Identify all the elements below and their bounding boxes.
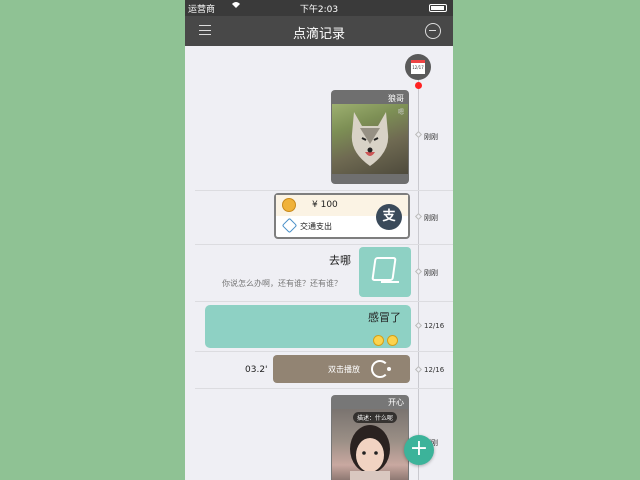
- expense-badge: 支: [376, 204, 402, 230]
- entry-time: 刚刚: [424, 269, 438, 277]
- plus-icon: +: [409, 436, 429, 461]
- mood-text: 感冒了: [368, 311, 401, 324]
- divider: [195, 388, 453, 389]
- entry-time: 12/16: [424, 322, 445, 330]
- minus-circle-icon[interactable]: [425, 23, 441, 39]
- wolf-photo: [332, 104, 408, 174]
- entry-subtitle: 嗯: [397, 109, 404, 116]
- expense-category: 交通支出: [300, 222, 332, 231]
- voice-play-label: 双击播放: [328, 365, 360, 374]
- timeline-tick: [414, 130, 423, 139]
- sick-face-icon: [373, 335, 384, 346]
- entry-author: 开心: [388, 398, 404, 407]
- expense-entry-card[interactable]: ¥ 100 交通支出 支: [274, 193, 410, 239]
- tag-icon: [281, 217, 298, 234]
- status-bar: 运营商 下午2:03: [185, 0, 453, 16]
- entry-time: 刚刚: [424, 214, 438, 222]
- today-dot: [415, 82, 422, 89]
- photo-entry-card[interactable]: 狼哥 嗯: [331, 90, 409, 184]
- phone-screen: 运营商 下午2:03 点滴记录 12/17 狼哥 嗯 刚刚 ¥ 100 交通支出…: [185, 0, 453, 480]
- sick-face-icon: [387, 335, 398, 346]
- mood-entry-card[interactable]: 感冒了: [205, 305, 411, 348]
- add-entry-button[interactable]: +: [404, 435, 434, 465]
- expense-amount: ¥ 100: [312, 200, 338, 210]
- timeline-tick: [414, 365, 423, 374]
- entry-author: 狼哥: [388, 94, 404, 103]
- divider: [195, 351, 453, 352]
- voice-entry-card[interactable]: 双击播放: [273, 355, 410, 383]
- page-title: 点滴记录: [292, 27, 345, 42]
- nav-bar: 点滴记录: [185, 16, 453, 46]
- calendar-date: 12/17: [411, 60, 425, 74]
- status-time: 下午2:03: [299, 5, 339, 15]
- pen-underline: [381, 281, 399, 283]
- divider: [195, 244, 453, 245]
- pen-icon: [371, 257, 397, 281]
- voice-duration: 03.2': [245, 365, 268, 375]
- coin-icon: [282, 198, 296, 212]
- divider: [195, 190, 453, 191]
- entry-description: 描述：什么呢: [353, 412, 398, 423]
- note-body[interactable]: 你说怎么办啊，还有谁？还有谁？: [222, 278, 342, 289]
- divider: [195, 301, 453, 302]
- timeline-tick: [414, 321, 423, 330]
- note-title[interactable]: 去哪: [329, 252, 351, 268]
- timeline-tick: [414, 212, 423, 221]
- calendar-icon[interactable]: 12/17: [405, 54, 431, 80]
- entry-time: 刚刚: [424, 133, 438, 141]
- timeline-tick: [414, 267, 423, 276]
- sound-dot: [387, 367, 391, 371]
- photo-entry-card[interactable]: 开心 描述：什么呢: [331, 395, 409, 480]
- battery-icon: [429, 4, 447, 12]
- entry-time: 12/16: [424, 366, 445, 374]
